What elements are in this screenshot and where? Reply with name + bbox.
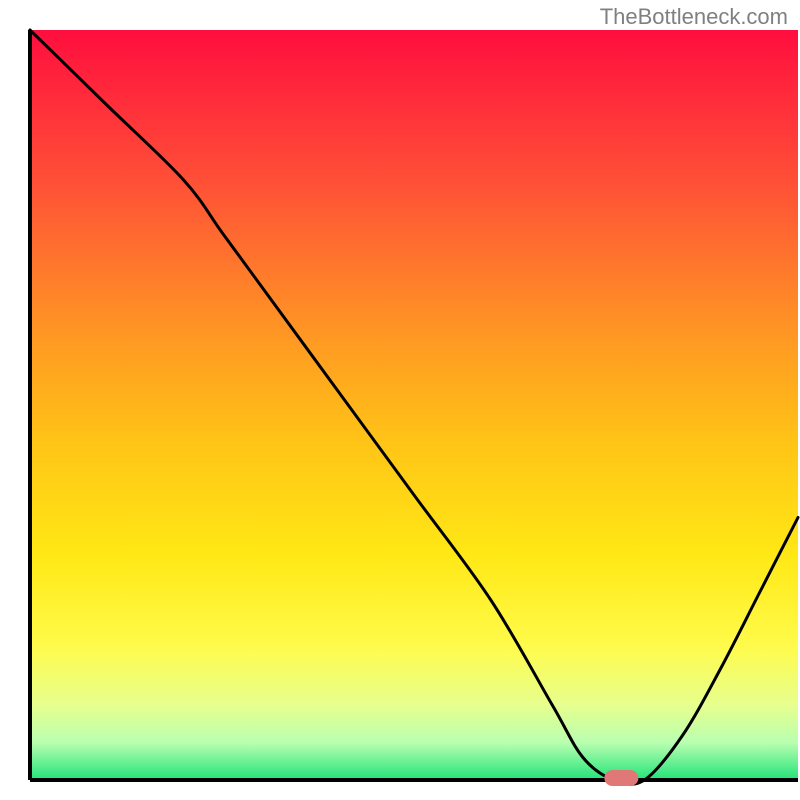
chart-container: TheBottleneck.com	[0, 0, 800, 800]
optimal-marker	[604, 770, 638, 786]
bottleneck-chart	[0, 0, 800, 800]
